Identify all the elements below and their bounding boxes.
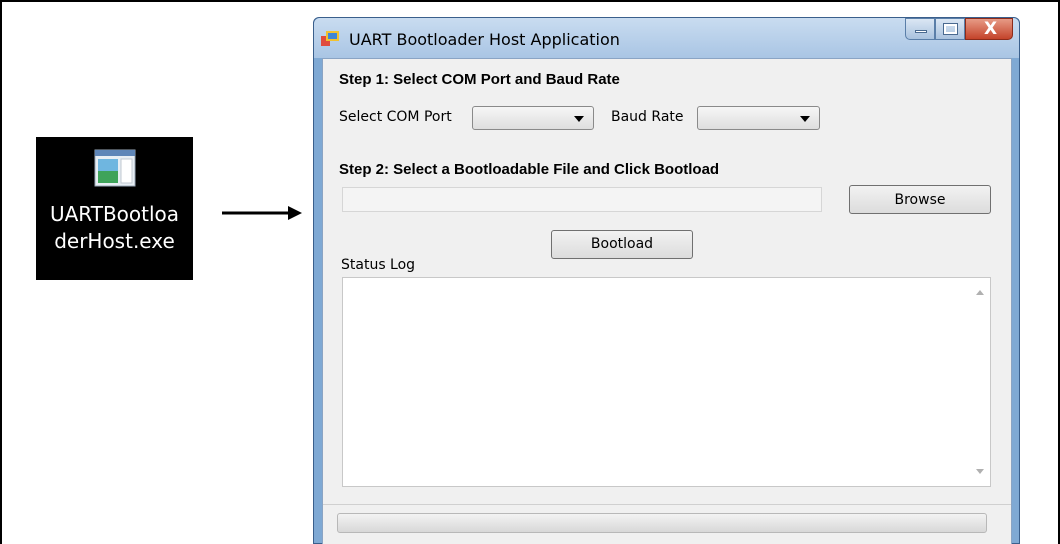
arrow-right-icon	[222, 206, 302, 220]
step1-heading: Step 1: Select COM Port and Baud Rate	[339, 71, 620, 88]
window-controls: X	[905, 18, 1013, 40]
app-window-icon	[321, 31, 339, 46]
com-port-label: Select COM Port	[339, 109, 452, 125]
scroll-down-icon[interactable]	[976, 469, 984, 474]
window-title: UART Bootloader Host Application	[349, 30, 620, 49]
progress-bar	[337, 513, 987, 533]
status-bar	[323, 504, 1011, 544]
status-log-label: Status Log	[341, 257, 416, 273]
desktop-shortcut-label: UARTBootloa derHost.exe	[36, 201, 193, 255]
baud-rate-label: Baud Rate	[611, 109, 684, 125]
chevron-down-icon	[800, 116, 810, 122]
chevron-down-icon	[574, 116, 584, 122]
file-path-field[interactable]	[342, 187, 822, 212]
minimize-icon	[915, 30, 927, 33]
maximize-icon	[943, 23, 958, 35]
scroll-up-icon[interactable]	[976, 290, 984, 295]
status-log-textarea[interactable]	[342, 277, 991, 487]
desktop-shortcut[interactable]: UARTBootloa derHost.exe	[36, 137, 193, 280]
title-bar[interactable]: UART Bootloader Host Application X	[314, 18, 1019, 58]
application-icon	[94, 149, 136, 187]
com-port-select[interactable]	[472, 106, 594, 130]
label-line-2: derHost.exe	[54, 229, 175, 253]
bootload-button[interactable]: Bootload	[551, 230, 693, 259]
close-button[interactable]: X	[965, 18, 1013, 40]
label-line-1: UARTBootloa	[49, 202, 180, 226]
client-area: Step 1: Select COM Port and Baud Rate Se…	[322, 58, 1012, 544]
status-log-scrollbar[interactable]	[972, 278, 990, 486]
close-icon: X	[984, 19, 998, 39]
step2-heading: Step 2: Select a Bootloadable File and C…	[339, 161, 720, 178]
baud-rate-select[interactable]	[697, 106, 820, 130]
browse-button[interactable]: Browse	[849, 185, 991, 214]
maximize-button[interactable]	[935, 18, 965, 40]
app-window: UART Bootloader Host Application X Step …	[313, 17, 1020, 544]
minimize-button[interactable]	[905, 18, 935, 40]
